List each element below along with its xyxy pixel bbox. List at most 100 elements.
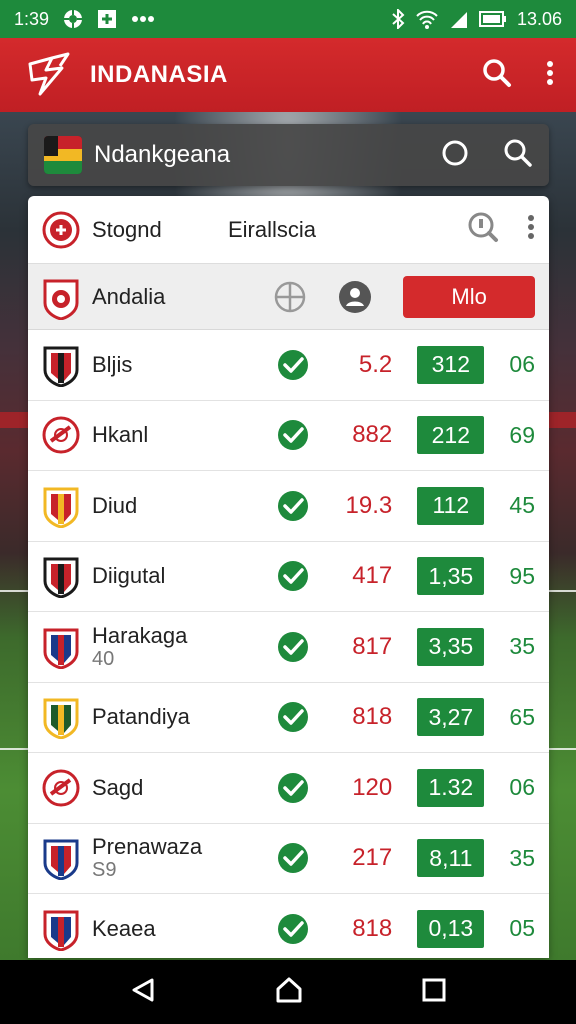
team-names: Patandiya [92, 704, 240, 730]
check-circle-icon [276, 841, 310, 875]
value-green: 65 [509, 703, 535, 730]
team-crest-icon [42, 627, 80, 670]
card-header: Stognd Eirallscia [28, 196, 549, 264]
value-green-badge[interactable]: 3,35 [417, 627, 485, 666]
team-names: Prenawaza S9 [92, 834, 240, 881]
team-crest-icon [42, 486, 80, 529]
value-green-badge[interactable]: 212 [417, 416, 485, 455]
team-name: Diud [92, 492, 138, 518]
filter-button[interactable]: Mlo [403, 275, 536, 318]
value-red: 19.3 [345, 491, 393, 519]
value-green: 06 [509, 774, 535, 801]
team-crest-icon [42, 345, 80, 388]
card-menu-icon[interactable] [527, 214, 535, 245]
team-name: Hkanl [92, 422, 149, 448]
value-green-badge[interactable]: 1,35 [417, 557, 485, 596]
value-green: 69 [509, 421, 535, 448]
value-green: 35 [509, 844, 535, 871]
value-green: 95 [509, 562, 535, 589]
wifi-icon [415, 9, 439, 29]
soccer-ball-icon [63, 9, 83, 29]
table-row[interactable]: Sagd 120 1.32 06 [28, 753, 549, 824]
table-row[interactable]: Keaea 818 0,13 05 [28, 894, 549, 958]
value-red: 817 [352, 632, 393, 660]
team-name: Keaea [92, 915, 156, 941]
search-input[interactable]: Ndankgeana [94, 141, 230, 169]
table-row[interactable]: Harakaga 40 817 3,35 35 [28, 612, 549, 683]
user-icon[interactable] [328, 280, 381, 314]
team-name: Diigutal [92, 563, 166, 589]
check-circle-icon [276, 912, 310, 946]
team-names: Diigutal [92, 563, 240, 589]
table-row[interactable]: Patandiya 818 3,27 65 [28, 683, 549, 753]
team-name: Prenawaza [92, 834, 203, 860]
value-green-badge[interactable]: 312 [417, 345, 485, 384]
search-icon[interactable] [482, 58, 512, 93]
crosshair-icon[interactable] [263, 280, 316, 314]
plus-square-icon [97, 9, 117, 29]
recents-icon[interactable] [422, 978, 446, 1007]
team-names: Bljis [92, 351, 240, 377]
value-green: 35 [509, 633, 535, 660]
zoom-icon[interactable] [467, 211, 499, 248]
check-circle-icon [276, 489, 310, 523]
app-bar: INDANASIA [0, 38, 576, 112]
team-crest-icon [42, 278, 80, 321]
home-icon[interactable] [275, 976, 303, 1009]
search-submit-icon[interactable] [503, 138, 533, 173]
team-names: Hkanl [92, 422, 240, 448]
value-red: 217 [352, 844, 393, 872]
team-crest-icon [42, 768, 80, 808]
value-green-badge[interactable]: 1.32 [417, 768, 485, 807]
country-flag-icon [44, 136, 82, 174]
team-crest-icon [42, 415, 80, 455]
value-red: 882 [352, 421, 393, 449]
team-crest-icon [42, 909, 80, 952]
value-green: 05 [509, 915, 535, 942]
system-nav-bar [0, 960, 576, 1024]
standings-card: Stognd Eirallscia Andalia Mlo Bljis 5.2 … [28, 196, 549, 958]
team-names: Diud [92, 492, 240, 518]
table-row[interactable]: Diud 19.3 112 45 [28, 471, 549, 542]
app-logo-icon [22, 48, 76, 102]
value-red: 5.2 [358, 350, 393, 378]
overflow-menu-icon[interactable] [546, 60, 554, 91]
table-row[interactable]: Prenawaza S9 217 8,11 35 [28, 824, 549, 894]
card-subtitle: Eirallscia [228, 216, 317, 242]
check-circle-icon [276, 771, 310, 805]
more-notifications-icon [131, 15, 155, 23]
team-name: Patandiya [92, 704, 190, 730]
value-red: 818 [352, 914, 393, 942]
team-names: Harakaga 40 [92, 622, 240, 670]
search-bar[interactable]: Ndankgeana [28, 124, 549, 186]
card-title: Stognd [92, 216, 162, 242]
status-time: 1:39 [14, 8, 50, 29]
circle-icon[interactable] [441, 139, 469, 172]
value-green-badge[interactable]: 3,27 [417, 698, 485, 737]
team-name: Bljis [92, 351, 133, 377]
team-names: Keaea [92, 915, 240, 941]
back-icon[interactable] [130, 977, 156, 1008]
check-circle-icon [276, 700, 310, 734]
team-crest-icon [42, 838, 80, 881]
team-names: Sagd [92, 775, 240, 800]
value-red: 120 [352, 773, 393, 801]
team-crest-icon [42, 697, 80, 740]
column-team-label: Andalia [92, 283, 166, 309]
value-green-badge[interactable]: 112 [417, 486, 485, 525]
check-circle-icon [276, 418, 310, 452]
column-header: Andalia Mlo [28, 264, 549, 330]
check-circle-icon [276, 348, 310, 382]
value-red: 818 [352, 703, 393, 731]
team-name: Harakaga [92, 622, 188, 648]
table-row[interactable]: Bljis 5.2 312 06 [28, 330, 549, 401]
table-row[interactable]: Diigutal 417 1,35 95 [28, 542, 549, 612]
battery-icon [478, 11, 507, 27]
value-green-badge[interactable]: 8,11 [417, 839, 485, 878]
standings-list: Bljis 5.2 312 06 Hkanl 882 212 69 Diud 1… [28, 330, 549, 958]
check-circle-icon [276, 630, 310, 664]
value-red: 417 [352, 562, 393, 590]
table-row[interactable]: Hkanl 882 212 69 [28, 401, 549, 471]
value-green: 06 [509, 351, 535, 378]
value-green-badge[interactable]: 0,13 [417, 909, 485, 948]
